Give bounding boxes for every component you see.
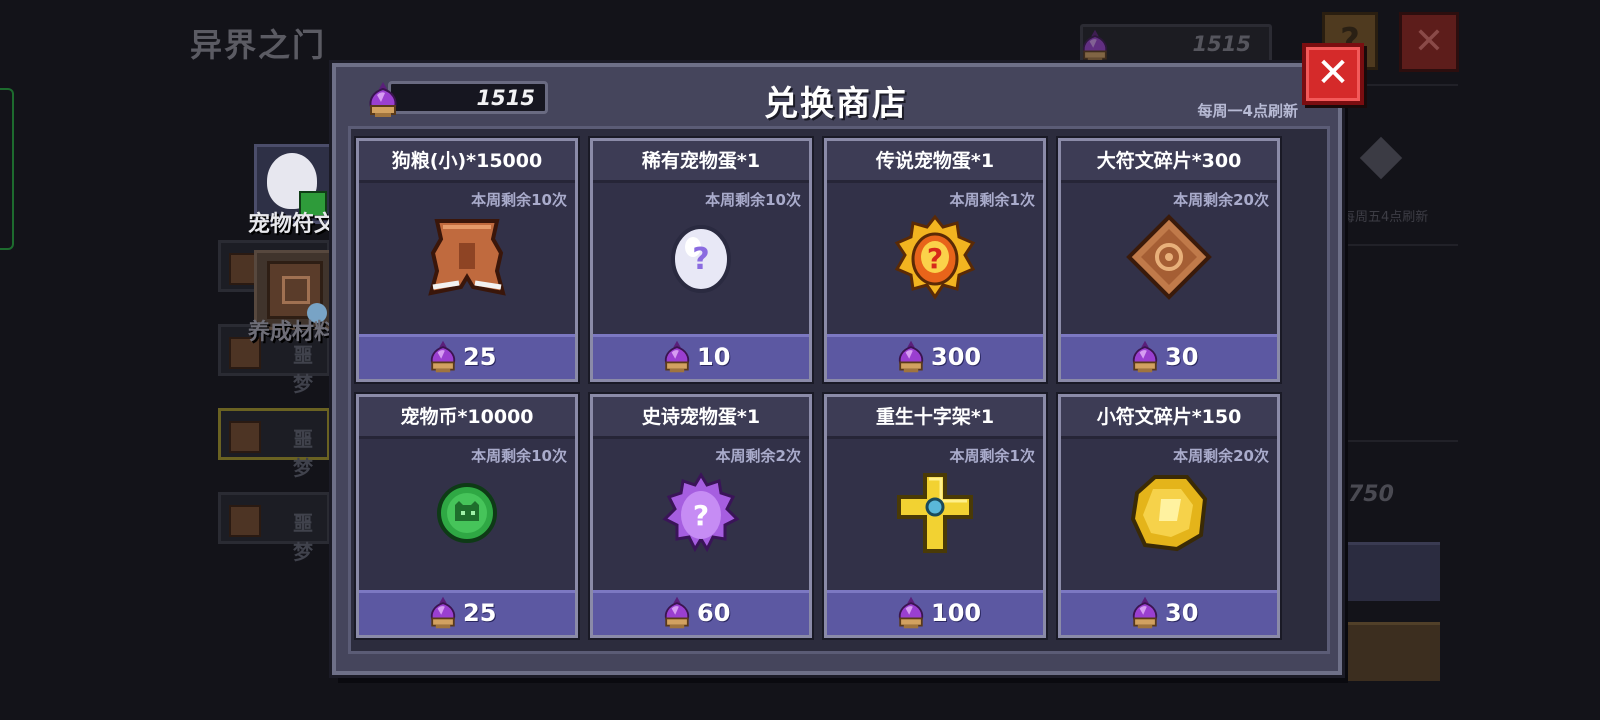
item-name: 重生十字架*1 [827, 397, 1043, 439]
dungeon-row-label: 噩梦 [293, 511, 313, 564]
dungeon-icon [229, 421, 261, 453]
item-price-bar[interactable]: 30 [1061, 334, 1277, 379]
small-rune-fragment-icon [1130, 475, 1208, 552]
svg-text:?: ? [692, 242, 709, 277]
item-remaining: 本周剩余1次 [949, 447, 1035, 465]
item-price-bar[interactable]: 25 [359, 590, 575, 635]
item-remaining: 本周剩余20次 [1173, 447, 1269, 465]
item-remaining: 本周剩余10次 [471, 447, 567, 465]
dungeon-row-selected[interactable]: 噩梦 [218, 408, 330, 480]
item-remaining: 本周剩余10次 [471, 191, 567, 209]
item-name: 传说宠物蛋*1 [827, 141, 1043, 183]
item-remaining: 本周剩余2次 [715, 447, 801, 465]
shop-refresh-text: 每周一4点刷新 [1197, 102, 1298, 120]
shop-item-card[interactable]: 稀有宠物蛋*1 本周剩余10次 ? 10 [590, 138, 812, 382]
tab-pet-runes-label: 宠物符文 [248, 212, 337, 237]
item-price: 100 [931, 599, 982, 627]
item-price: 60 [697, 599, 731, 627]
item-price: 25 [463, 343, 497, 371]
divider [1340, 440, 1458, 442]
shop-close-button[interactable]: ✕ [1302, 43, 1364, 105]
dungeon-row-label: 噩梦 [293, 427, 313, 480]
item-price-bar[interactable]: 100 [827, 590, 1043, 635]
item-name: 狗粮(小)*15000 [359, 141, 575, 183]
pet-coin-icon [437, 483, 497, 543]
purple-gem-icon [893, 339, 929, 375]
shop-item-card[interactable]: 宠物币*10000 本周剩余10次 25 [356, 394, 578, 638]
item-name: 稀有宠物蛋*1 [593, 141, 809, 183]
background-currency-display: 1515 [1080, 24, 1272, 66]
purple-gem-icon [659, 339, 695, 375]
background-close-button[interactable]: ✕ [1399, 12, 1459, 72]
purple-gem-icon [1127, 339, 1163, 375]
item-name: 大符文碎片*300 [1061, 141, 1277, 183]
large-rune-fragment-icon [1126, 214, 1212, 300]
dungeon-icon [229, 505, 261, 537]
item-price-bar[interactable]: 25 [359, 334, 575, 379]
background-currency-value: 1515 [1192, 32, 1251, 56]
purple-gem-icon [893, 595, 929, 631]
item-name: 宠物币*10000 [359, 397, 575, 439]
dungeon-row-label: 噩梦 [293, 343, 313, 396]
item-remaining: 本周剩余1次 [949, 191, 1035, 209]
tab-materials-label: 养成材料 [248, 320, 337, 345]
background-action-button[interactable] [1340, 542, 1440, 601]
item-remaining: 本周剩余10次 [705, 191, 801, 209]
purple-gem-icon [1127, 595, 1163, 631]
item-remaining: 本周剩余20次 [1173, 191, 1269, 209]
svg-text:?: ? [927, 242, 943, 275]
item-price: 10 [697, 343, 731, 371]
item-price: 30 [1165, 343, 1199, 371]
purple-gem-icon [425, 339, 461, 375]
epic-egg-icon: ? [662, 472, 740, 553]
background-title: 异界之门 [190, 26, 327, 64]
purple-gem-icon [659, 595, 695, 631]
legendary-egg-icon: ? [894, 214, 976, 300]
item-price-bar[interactable]: 10 [593, 334, 809, 379]
svg-text:?: ? [693, 499, 709, 532]
dog-food-icon [428, 219, 506, 296]
rare-egg-icon: ? [671, 225, 731, 293]
shop-item-card[interactable]: 重生十字架*1 本周剩余1次 100 [824, 394, 1046, 638]
item-name: 史诗宠物蛋*1 [593, 397, 809, 439]
purple-gem-icon [425, 595, 461, 631]
shop-item-card[interactable]: 小符文碎片*150 本周剩余20次 30 [1058, 394, 1280, 638]
rebirth-cross-icon [897, 473, 973, 553]
item-price-bar[interactable]: 60 [593, 590, 809, 635]
item-price: 30 [1165, 599, 1199, 627]
diamond-icon [1359, 136, 1403, 180]
shop-item-card[interactable]: 史诗宠物蛋*1 本周剩余2次 ? 60 [590, 394, 812, 638]
divider [1340, 244, 1458, 246]
shop-item-card[interactable]: 大符文碎片*300 本周剩余20次 30 [1058, 138, 1280, 382]
purple-gem-icon [1077, 28, 1113, 64]
background-refresh-text: 每周五4点刷新 [1342, 210, 1429, 225]
shop-item-card[interactable]: 狗粮(小)*15000 本周剩余10次 25 [356, 138, 578, 382]
dungeon-row[interactable]: 噩梦 [218, 492, 330, 564]
background-number: 750 [1348, 482, 1394, 507]
item-price: 300 [931, 343, 982, 371]
shop-item-card[interactable]: 传说宠物蛋*1 本周剩余1次 ? 300 [824, 138, 1046, 382]
item-price-bar[interactable]: 30 [1061, 590, 1277, 635]
item-name: 小符文碎片*150 [1061, 397, 1277, 439]
item-price: 25 [463, 599, 497, 627]
item-price-bar[interactable]: 300 [827, 334, 1043, 379]
background-action-button[interactable] [1340, 622, 1440, 681]
game-screen: 异界之门 1515 ? ✕ 噩梦 噩梦 噩梦 噩梦 宠物符文 养成材料 每周五4… [0, 0, 1600, 720]
